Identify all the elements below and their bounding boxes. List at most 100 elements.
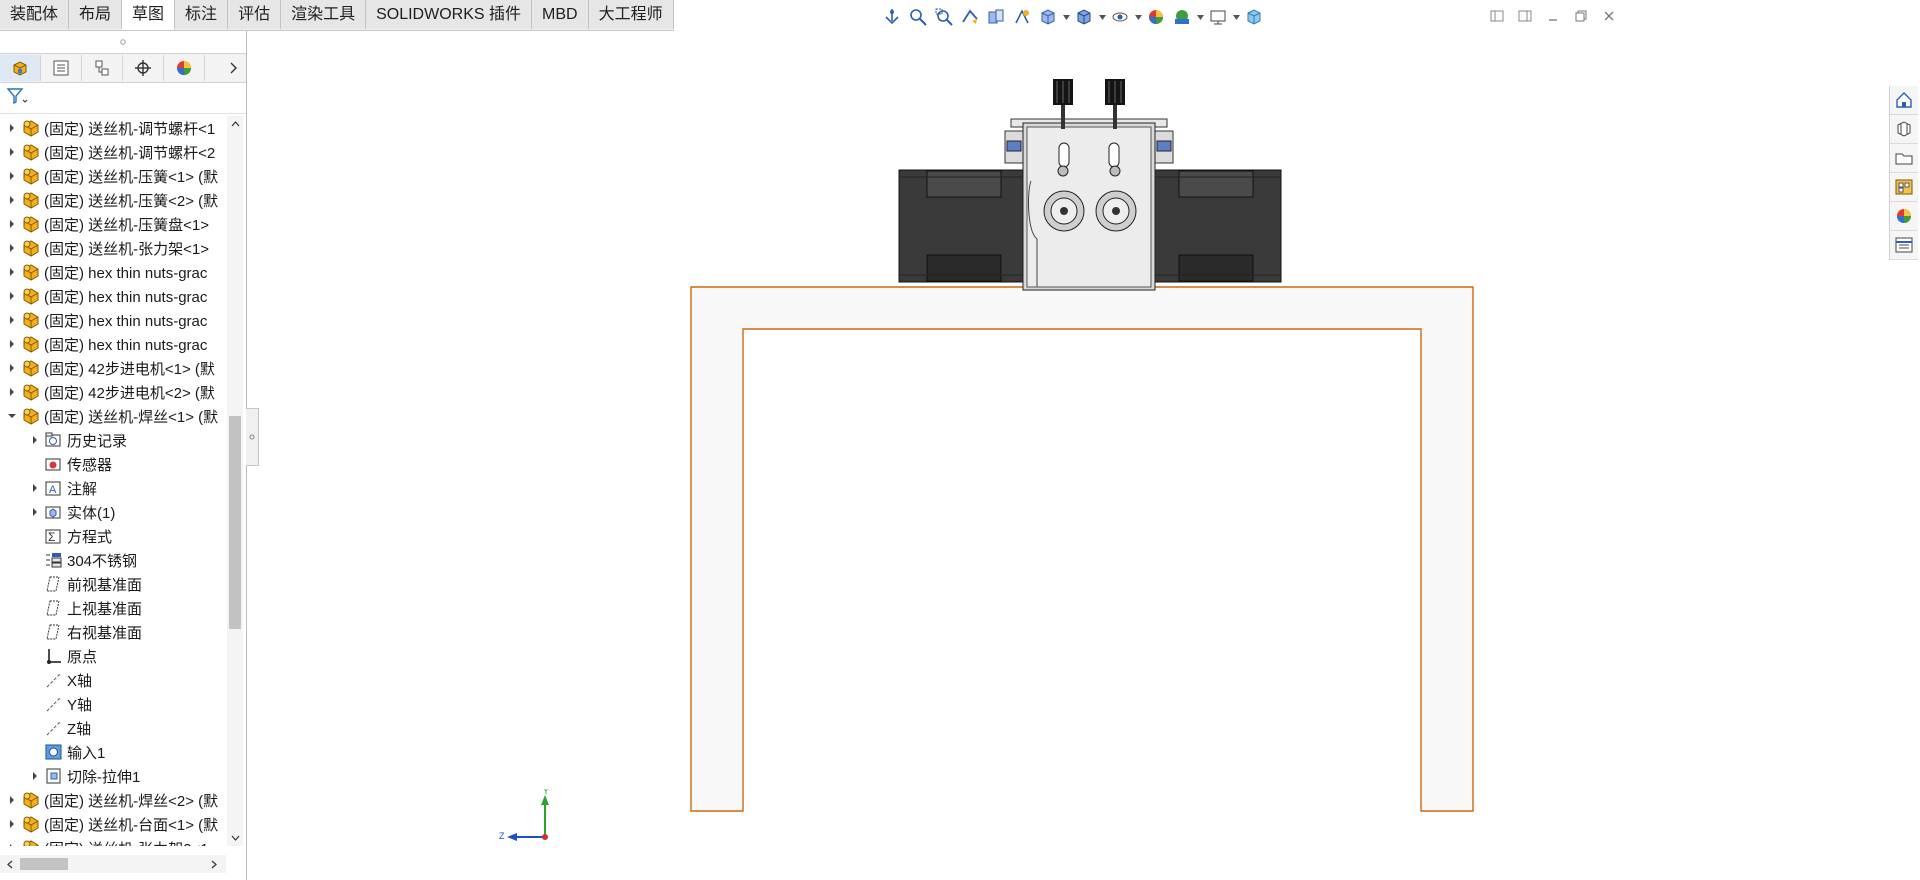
dimxpert-manager-tab-icon[interactable]	[123, 55, 164, 81]
expand-arrow-icon[interactable]	[6, 812, 18, 836]
tree-feature-row[interactable]: 切除-拉伸1	[0, 764, 226, 788]
expand-arrow-icon[interactable]	[6, 212, 18, 236]
tree-component-row[interactable]: (固定) 送丝机-调节螺杆<2	[0, 140, 226, 164]
previous-view-icon[interactable]	[958, 5, 982, 29]
expand-arrow-icon[interactable]	[29, 476, 41, 500]
graphics-viewport[interactable]: Y Z	[247, 31, 1887, 880]
expand-arrow-icon[interactable]	[6, 380, 18, 404]
scroll-right-icon[interactable]	[206, 856, 222, 872]
tree-feature-row[interactable]: Σ 方程式	[0, 524, 226, 548]
configuration-manager-tab-icon[interactable]	[82, 55, 123, 81]
display-manager-tab-icon[interactable]	[164, 55, 205, 81]
tree-feature-row[interactable]: 304不锈钢	[0, 548, 226, 572]
tab-0[interactable]: 装配体	[0, 0, 70, 29]
tree-component-row[interactable]: (固定) 送丝机-张力架2<1:	[0, 836, 226, 846]
tab-8[interactable]: 大工程师	[588, 0, 674, 29]
tree-feature-row[interactable]: 右视基准面	[0, 620, 226, 644]
chevron-down-icon[interactable]	[1062, 5, 1070, 29]
tree-feature-row[interactable]: 实体(1)	[0, 500, 226, 524]
tree-component-row[interactable]: (固定) hex thin nuts-grac	[0, 284, 226, 308]
expand-arrow-icon[interactable]	[6, 356, 18, 380]
tree-feature-row[interactable]: Z轴	[0, 716, 226, 740]
expand-arrow-icon[interactable]	[6, 260, 18, 284]
tree-component-row[interactable]: (固定) 送丝机-焊丝<2> (默	[0, 788, 226, 812]
tab-6[interactable]: SOLIDWORKS 插件	[366, 0, 533, 29]
assembly-model[interactable]	[247, 31, 1887, 880]
expand-arrow-icon[interactable]	[6, 140, 18, 164]
expand-arrow-icon[interactable]	[6, 188, 18, 212]
tree-feature-row[interactable]: 前视基准面	[0, 572, 226, 596]
expand-arrow-icon[interactable]	[6, 284, 18, 308]
tree-component-row[interactable]: (固定) 送丝机-压簧<1> (默	[0, 164, 226, 188]
tree-component-row[interactable]: (固定) 送丝机-张力架<1>	[0, 236, 226, 260]
expand-arrow-icon[interactable]	[6, 836, 18, 846]
close-icon[interactable]	[1598, 6, 1620, 26]
tab-3[interactable]: 标注	[175, 0, 229, 29]
section-view-icon[interactable]	[984, 5, 1008, 29]
expand-arrow-icon[interactable]	[29, 428, 41, 452]
chevron-down-icon[interactable]	[1196, 5, 1204, 29]
tree-feature-row[interactable]: 传感器	[0, 452, 226, 476]
expand-arrow-icon[interactable]	[6, 788, 18, 812]
feature-manager-tab-icon[interactable]	[0, 55, 41, 81]
scroll-left-icon[interactable]	[2, 856, 18, 872]
tree-component-row[interactable]: (固定) 送丝机-台面<1> (默	[0, 812, 226, 836]
tree-vertical-scrollbar[interactable]	[227, 116, 243, 846]
expand-arrow-icon[interactable]	[29, 764, 41, 788]
tree-horizontal-scrollbar[interactable]	[0, 855, 226, 873]
solidworks-resources-icon[interactable]	[1890, 86, 1918, 115]
design-library-icon[interactable]	[1890, 115, 1918, 144]
filter-icon[interactable]	[6, 87, 28, 109]
apply-scene-icon[interactable]	[1170, 5, 1194, 29]
vertical-scroll-thumb[interactable]	[229, 416, 241, 629]
edit-appearance-icon[interactable]	[1144, 5, 1168, 29]
scroll-down-icon[interactable]	[227, 830, 243, 846]
viewport-tile-left-icon[interactable]	[1486, 6, 1508, 26]
view-settings-icon[interactable]	[1206, 5, 1230, 29]
tree-feature-row[interactable]: X轴	[0, 668, 226, 692]
horizontal-scroll-thumb[interactable]	[20, 858, 68, 870]
expand-arrow-icon[interactable]	[6, 116, 18, 140]
restore-icon[interactable]	[1570, 6, 1592, 26]
dynamic-annotation-icon[interactable]	[1010, 5, 1034, 29]
tab-4[interactable]: 评估	[228, 0, 282, 29]
tree-component-row[interactable]: (固定) 送丝机-压簧<2> (默	[0, 188, 226, 212]
tree-feature-row[interactable]: Y轴	[0, 692, 226, 716]
display-style-icon[interactable]	[1072, 5, 1096, 29]
tree-feature-row[interactable]: A 注解	[0, 476, 226, 500]
tab-7[interactable]: MBD	[532, 0, 589, 29]
tree-feature-row[interactable]: 历史记录	[0, 428, 226, 452]
zoom-to-area-icon[interactable]	[932, 5, 956, 29]
tab-1[interactable]: 布局	[69, 0, 123, 29]
3d-view-icon[interactable]	[1242, 5, 1266, 29]
file-explorer-icon[interactable]	[1890, 144, 1918, 173]
custom-properties-icon[interactable]	[1890, 231, 1918, 260]
expand-arrow-icon[interactable]	[6, 332, 18, 356]
view-orientation-cube-icon[interactable]	[1036, 5, 1060, 29]
appearances-scenes-icon[interactable]	[1890, 202, 1918, 231]
zoom-to-fit-icon[interactable]	[906, 5, 930, 29]
hide-show-items-icon[interactable]	[1108, 5, 1132, 29]
collapse-arrow-icon[interactable]	[6, 404, 18, 428]
tree-feature-row[interactable]: 输入1	[0, 740, 226, 764]
chevron-down-icon[interactable]	[1232, 5, 1240, 29]
view-orientation-icon[interactable]	[880, 5, 904, 29]
tree-feature-row[interactable]: 原点	[0, 644, 226, 668]
minimize-icon[interactable]	[1542, 6, 1564, 26]
panel-grip-icon[interactable]	[0, 31, 246, 53]
expand-arrow-icon[interactable]	[6, 236, 18, 260]
viewport-tile-right-icon[interactable]	[1514, 6, 1536, 26]
expand-arrow-icon[interactable]	[6, 308, 18, 332]
property-manager-tab-icon[interactable]	[41, 55, 82, 81]
chevron-down-icon[interactable]	[1134, 5, 1142, 29]
tree-component-row[interactable]: (固定) hex thin nuts-grac	[0, 260, 226, 284]
chevron-right-icon[interactable]	[220, 55, 246, 81]
tree-component-row[interactable]: (固定) 42步进电机<1> (默	[0, 356, 226, 380]
chevron-down-icon[interactable]	[1098, 5, 1106, 29]
tree-component-row[interactable]: (固定) 送丝机-焊丝<1> (默	[0, 404, 226, 428]
view-palette-icon[interactable]	[1890, 173, 1918, 202]
scroll-up-icon[interactable]	[227, 116, 243, 132]
tab-5[interactable]: 渲染工具	[281, 0, 367, 29]
tab-2[interactable]: 草图	[122, 0, 176, 30]
expand-arrow-icon[interactable]	[6, 164, 18, 188]
